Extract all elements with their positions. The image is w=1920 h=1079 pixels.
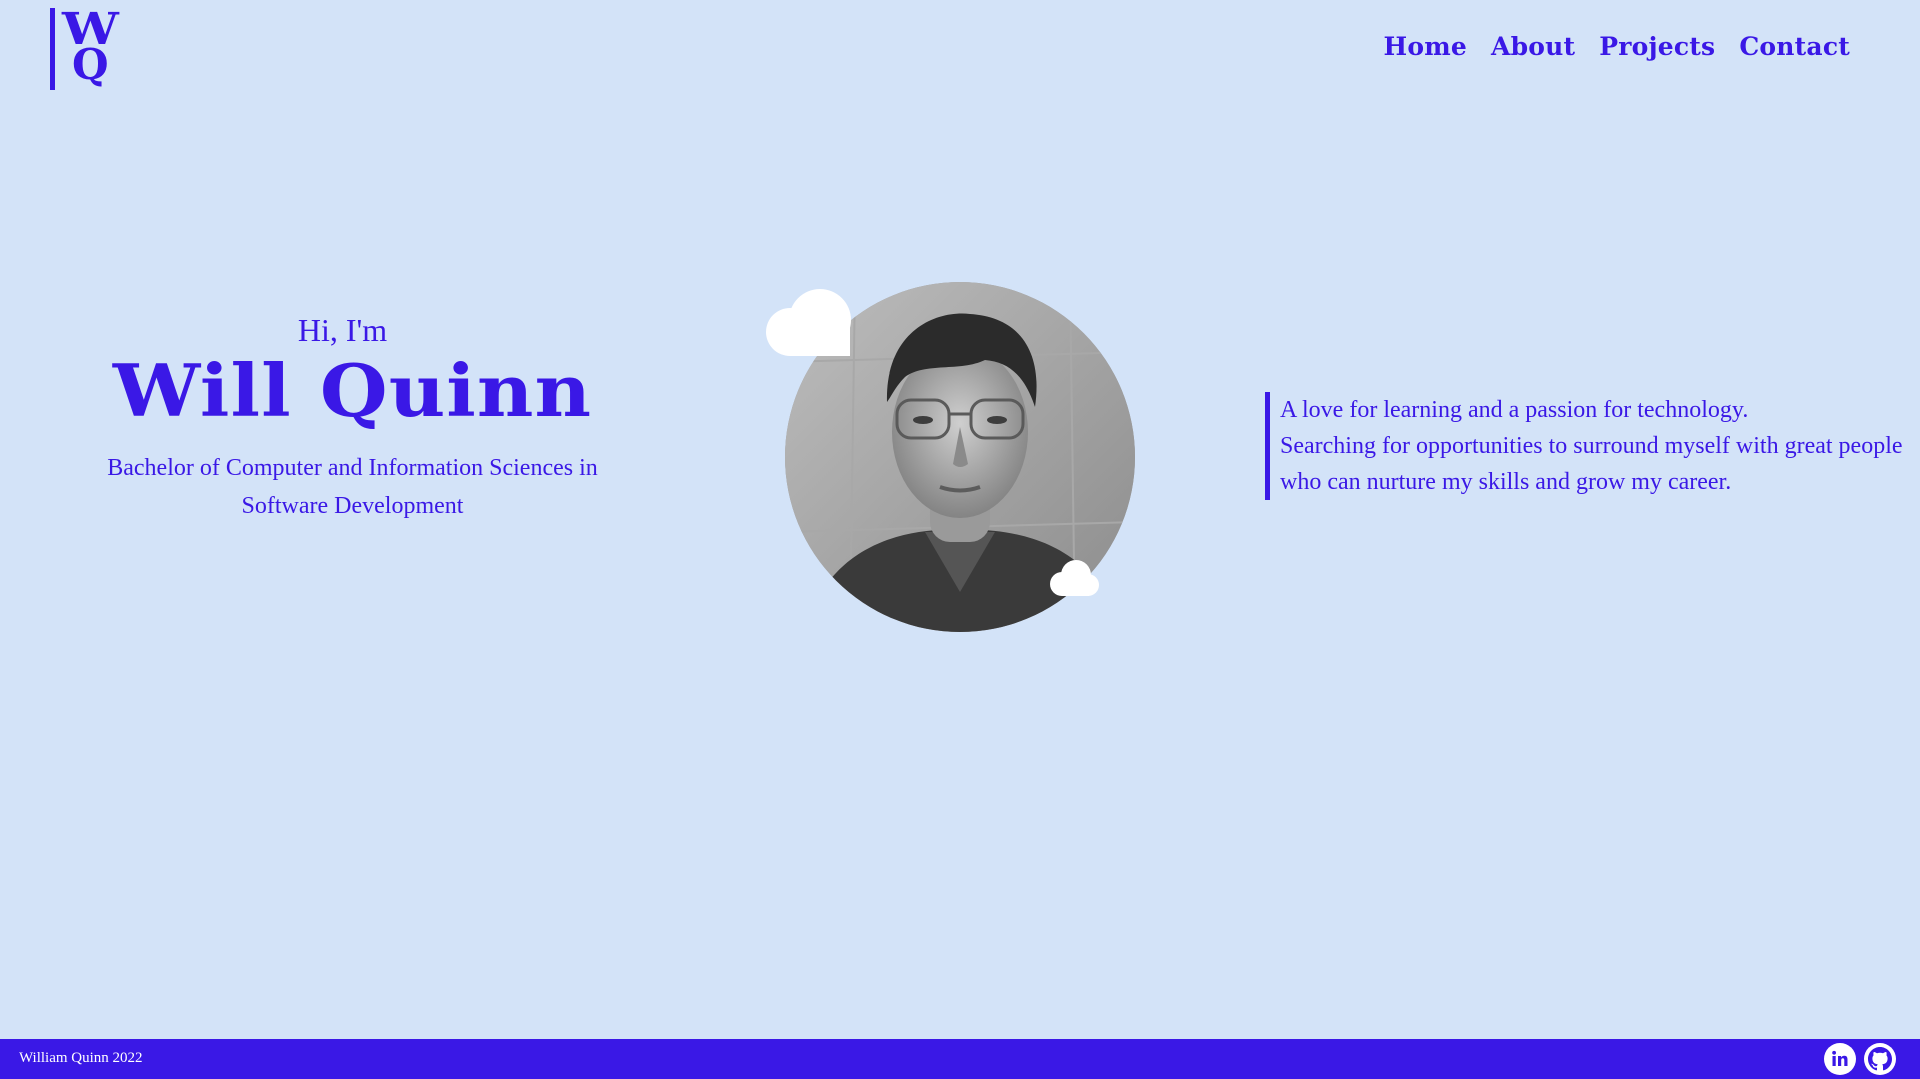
linkedin-icon[interactable] bbox=[1824, 1043, 1856, 1075]
hero-intro: Hi, I'm Will Quinn Bachelor of Computer … bbox=[90, 312, 615, 525]
nav-about[interactable]: About bbox=[1491, 32, 1575, 61]
footer: William Quinn 2022 bbox=[0, 1039, 1920, 1079]
github-icon[interactable] bbox=[1864, 1043, 1896, 1075]
logo-letter-q: Q bbox=[72, 40, 109, 89]
nav-projects[interactable]: Projects bbox=[1599, 32, 1715, 61]
hero-name: Will Quinn bbox=[112, 348, 593, 433]
footer-copyright: William Quinn 2022 bbox=[19, 1050, 143, 1066]
tagline-line: Searching for opportunities to surround … bbox=[1280, 433, 1903, 459]
degree-text: Bachelor of Computer and Information Sci… bbox=[107, 455, 598, 519]
greeting: Hi, I'm bbox=[297, 312, 388, 348]
tagline: A love for learning and a passion for te… bbox=[1265, 392, 1903, 500]
main-nav: Home About Projects Contact bbox=[1384, 32, 1850, 61]
nav-contact[interactable]: Contact bbox=[1739, 32, 1850, 61]
logo-bar bbox=[50, 8, 55, 90]
cloud-icon bbox=[766, 289, 851, 356]
tagline-line: who can nurture my skills and grow my ca… bbox=[1280, 469, 1732, 495]
logo[interactable]: W Q bbox=[50, 8, 134, 90]
portrait-section bbox=[762, 282, 1137, 632]
nav-home[interactable]: Home bbox=[1384, 32, 1467, 61]
tagline-line: A love for learning and a passion for te… bbox=[1280, 397, 1749, 423]
cloud-icon-small bbox=[1050, 560, 1099, 596]
